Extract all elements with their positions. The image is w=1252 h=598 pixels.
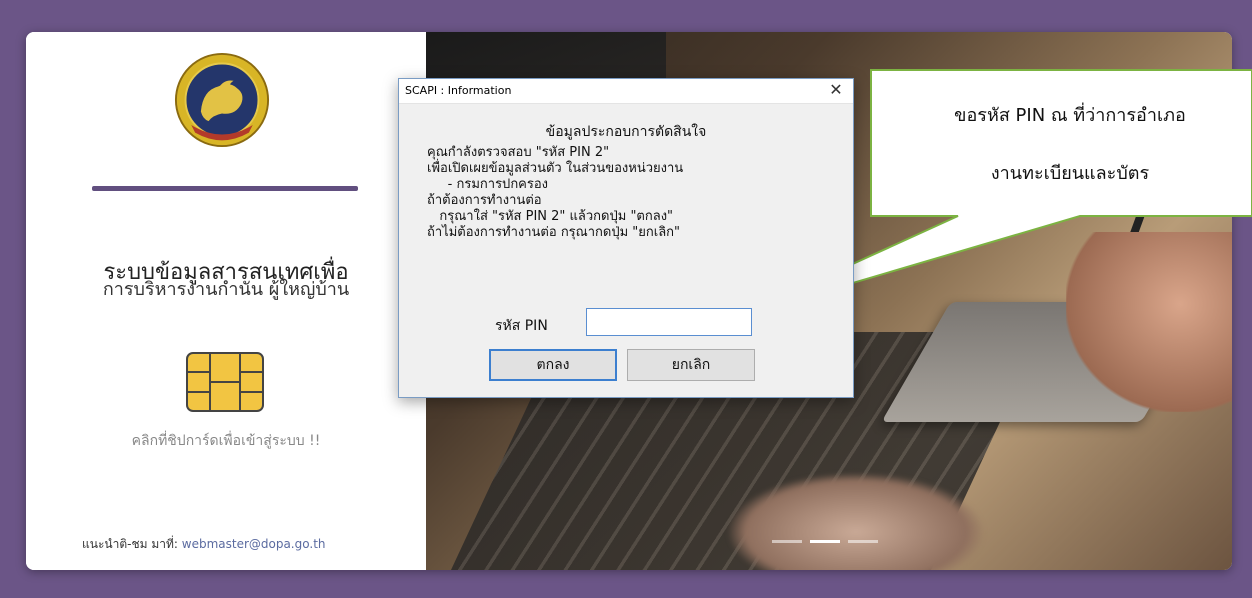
dialog-message-line: คุณกำลังตรวจสอบ "รหัส PIN 2" <box>427 145 610 160</box>
carousel-dot-1[interactable] <box>772 540 802 543</box>
dopa-emblem-logo <box>174 52 270 148</box>
pin-input[interactable] <box>586 308 752 336</box>
pin-dialog: SCAPI : Information ✕ ข้อมูลประกอบการตัด… <box>398 78 854 398</box>
dialog-message-line: ถ้าต้องการทำงานต่อ <box>427 193 542 208</box>
dialog-message-line: - กรมการปกครอง <box>427 177 549 192</box>
dialog-title: SCAPI : Information <box>405 84 512 97</box>
dialog-message-line: กรุณาใส่ "รหัส PIN 2" แล้วกดปุ่ม "ตกลง" <box>427 209 674 224</box>
dialog-message-line: เพื่อเปิดเผยข้อมูลส่วนตัว ในส่วนของหน่วย… <box>427 161 684 176</box>
pin-label: รหัส PIN <box>495 318 548 334</box>
callout-text-line2: งานทะเบียนและบัตร <box>990 163 1150 184</box>
webmaster-email-link[interactable]: webmaster@dopa.go.th <box>182 537 326 551</box>
dialog-heading: ข้อมูลประกอบการตัดสินใจ <box>545 124 707 140</box>
close-icon[interactable]: ✕ <box>823 79 849 103</box>
hero-hand-right <box>1066 232 1232 412</box>
system-subtitle: การบริหารงานกำนัน ผู้ใหญ่บ้าน <box>102 279 350 300</box>
ok-button[interactable]: ตกลง <box>489 349 617 381</box>
title-divider <box>92 186 358 191</box>
chip-login-link[interactable]: คลิกที่ชิปการ์ดเพื่อเข้าสู่ระบบ !! <box>26 430 426 452</box>
cancel-button[interactable]: ยกเลิก <box>627 349 755 381</box>
dialog-message-line: ถ้าไม่ต้องการทำงานต่อ กรุณากดปุ่ม "ยกเลิ… <box>427 225 681 240</box>
dialog-titlebar: SCAPI : Information ✕ <box>399 79 853 104</box>
smartcard-chip-icon[interactable] <box>186 352 264 412</box>
carousel-dot-2[interactable] <box>810 540 840 543</box>
carousel-dot-3[interactable] <box>848 540 878 543</box>
hero-hand-left <box>726 472 986 570</box>
callout-text-line1: ขอรหัส PIN ณ ที่ว่าการอำเภอ <box>954 105 1186 126</box>
feedback-footer: แนะนำติ-ชม มาที่: webmaster@dopa.go.th <box>82 535 326 554</box>
dialog-message: คุณกำลังตรวจสอบ "รหัส PIN 2" เพื่อเปิดเผย… <box>427 145 683 241</box>
feedback-label: แนะนำติ-ชม มาที่: <box>82 537 178 551</box>
left-panel: ระบบข้อมูลสารสนเทศเพื่อ การบริหารงานกำนั… <box>26 32 426 570</box>
carousel-indicators <box>772 540 878 543</box>
